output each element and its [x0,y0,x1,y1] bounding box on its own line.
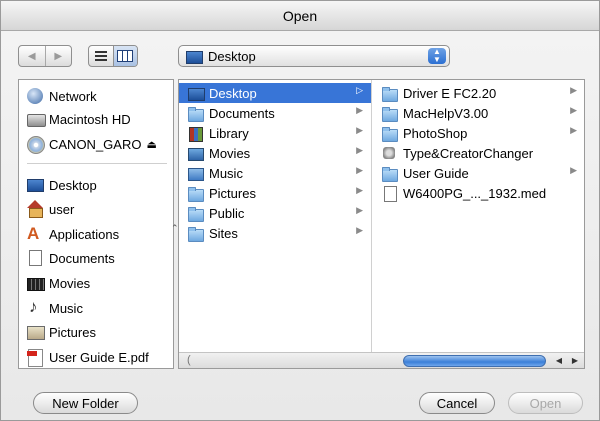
sidebar-item-network[interactable]: Network [26,86,97,106]
column-browser: Desktop ▷ Documents ▶ Library ▶ Movies ▶… [178,79,585,369]
film-icon [26,274,45,292]
location-label: Desktop [208,48,256,64]
list-item[interactable]: Pictures ▶ [179,183,371,203]
new-folder-button[interactable]: New Folder [33,392,138,414]
list-item[interactable]: Library ▶ [179,123,371,143]
back-arrow-icon[interactable]: ◀ [19,46,45,66]
disclosure-arrow-icon: ▶ [356,125,363,135]
cd-icon [26,135,45,154]
open-dialog: Open ◀ ▶ Desktop ▲ ▼ Network Macintosh H… [0,0,600,421]
public-folder-icon [187,205,204,222]
view-mode-control [88,45,138,67]
sidebar-item-applications[interactable]: Applications [26,224,119,244]
disclosure-arrow-icon: ▶ [570,85,577,95]
list-item[interactable]: PhotoShop ▶ [373,123,584,143]
browser-column-2: Driver E FC2.20 ▶ MacHelpV3.00 ▶ PhotoSh… [373,80,584,352]
library-folder-icon [187,125,203,142]
list-item[interactable]: Sites ▶ [179,223,371,243]
disclosure-arrow-icon: ▶ [356,145,363,155]
location-popup[interactable]: Desktop ▲ ▼ [178,45,450,67]
browser-column-1: Desktop ▷ Documents ▶ Library ▶ Movies ▶… [179,80,372,352]
folder-icon [381,85,398,102]
sites-folder-icon [187,225,204,242]
sidebar-item-user[interactable]: user [26,199,74,219]
popup-arrows-icon: ▲ ▼ [428,48,446,64]
pictures-icon [26,323,45,341]
disclosure-arrow-icon: ▶ [570,105,577,115]
back-forward-control: ◀ ▶ [18,45,72,67]
list-view-icon[interactable] [89,46,113,66]
sidebar-item-desktop[interactable]: Desktop [26,175,97,195]
desktop-icon [187,85,205,101]
sidebar-item-macintosh-hd[interactable]: Macintosh HD [26,109,131,129]
list-item[interactable]: Type&CreatorChanger [373,143,584,163]
pictures-folder-icon [187,185,204,202]
list-item[interactable]: Movies ▶ [179,143,371,163]
sidebar-item-canon-garo[interactable]: CANON_GARO ⏏ [26,134,157,154]
application-icon [381,145,397,161]
hard-drive-icon [26,110,46,128]
folder-icon [381,165,398,182]
scroll-track-end-icon: ( [187,354,191,366]
disclosure-arrow-icon: ▶ [356,225,363,235]
sidebar-divider [27,163,167,164]
list-item[interactable]: Desktop ▷ [179,83,371,103]
list-item[interactable]: Driver E FC2.20 ▶ [373,83,584,103]
scroll-thumb[interactable] [403,355,546,367]
desktop-icon [26,176,44,194]
disclosure-arrow-icon: ▶ [570,165,577,175]
list-item[interactable]: Documents ▶ [179,103,371,123]
sidebar-item-user-guide-pdf[interactable]: User Guide E.pdf [26,347,149,367]
scroll-left-arrow-icon[interactable]: ◀ [551,354,567,368]
documents-folder-icon [187,105,204,122]
disclosure-arrow-icon: ▶ [356,185,363,195]
network-globe-icon [26,87,44,105]
disclosure-arrow-icon: ▶ [356,165,363,175]
sidebar-item-movies[interactable]: Movies [26,273,90,293]
list-item[interactable]: User Guide ▶ [373,163,584,183]
folder-icon [381,125,398,142]
sidebar-item-documents[interactable]: Documents [26,248,115,268]
column-view-icon[interactable] [112,46,137,66]
open-button[interactable]: Open [508,392,583,414]
window-title: Open [1,1,599,31]
music-folder-icon [187,165,204,181]
cancel-button[interactable]: Cancel [419,392,495,414]
desktop-icon [185,48,203,64]
document-icon [26,249,44,267]
disclosure-arrow-icon: ▶ [356,105,363,115]
folder-icon [381,105,398,122]
disclosure-arrow-icon: ▶ [570,125,577,135]
file-icon [381,185,397,202]
sidebar-item-pictures[interactable]: Pictures [26,322,96,342]
music-note-icon [26,297,44,317]
list-item[interactable]: Public ▶ [179,203,371,223]
sidebar-item-music[interactable]: Music [26,297,83,318]
applications-icon [26,224,44,244]
list-item[interactable]: W6400PG_..._1932.med [373,183,584,203]
eject-icon[interactable]: ⏏ [146,138,156,151]
sidebar: Network Macintosh HD CANON_GARO ⏏ Deskto… [18,79,174,369]
disclosure-arrow-icon: ▶ [356,205,363,215]
pdf-icon [26,348,44,367]
forward-arrow-icon[interactable]: ▶ [44,46,72,66]
movies-folder-icon [187,145,204,161]
horizontal-scrollbar[interactable]: ( ◀ ▶ [179,352,584,368]
scroll-right-arrow-icon[interactable]: ▶ [567,354,583,368]
disclosure-arrow-icon: ▷ [356,85,363,95]
home-icon [26,200,44,218]
list-item[interactable]: MacHelpV3.00 ▶ [373,103,584,123]
list-item[interactable]: Music ▶ [179,163,371,183]
